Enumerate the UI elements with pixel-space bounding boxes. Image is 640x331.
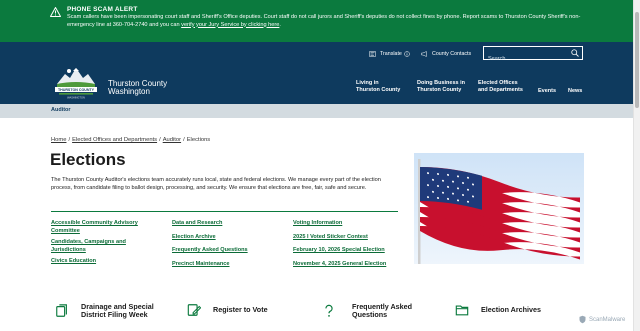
documents-icon <box>56 304 67 317</box>
nav-living[interactable]: Living in Thurston County <box>356 80 400 94</box>
links-column-3: Voting Information 2025 I Voted Sticker … <box>293 220 403 268</box>
nav-living-line2: Thurston County <box>356 87 401 93</box>
folder-icon <box>455 305 469 316</box>
question-icon <box>325 304 333 317</box>
breadcrumb-sep: / <box>159 137 161 143</box>
nav-news[interactable]: News <box>568 88 582 95</box>
link-civics-education[interactable]: Civics Education <box>51 258 161 266</box>
quick-link-label: Drainage and Special District Filing Wee… <box>81 302 154 319</box>
logo-subtext: WASHINGTON <box>67 96 85 100</box>
logo-text: THURSTON COUNTY <box>58 88 95 92</box>
quick-link-faq[interactable]: Frequently Asked Questions <box>322 303 422 319</box>
county-contacts-link[interactable]: County Contacts <box>421 47 471 61</box>
link-sticker-contest[interactable]: 2025 I Voted Sticker Contest <box>293 234 403 242</box>
site-title[interactable]: Thurston County Washington <box>108 80 167 96</box>
shield-icon <box>579 315 586 324</box>
nav-business[interactable]: Doing Business in Thurston County <box>417 80 465 94</box>
quick-link-register[interactable]: Register to Vote <box>187 303 268 317</box>
watermark-text: ScanMalware <box>589 316 626 323</box>
search-icon[interactable] <box>571 49 579 57</box>
breadcrumb-sep: / <box>183 137 185 143</box>
quick-link-drainage[interactable]: Drainage and Special District Filing Wee… <box>55 303 169 319</box>
quick-link-label: Election Archives <box>481 305 542 314</box>
search-box <box>483 46 583 65</box>
scrollbar-thumb[interactable] <box>635 12 639 108</box>
alert-body: Scam callers have been impersonating cou… <box>67 14 587 29</box>
scam-alert-banner: PHONE SCAM ALERT Scam callers have been … <box>0 0 633 42</box>
page-scrollbar[interactable] <box>633 0 640 331</box>
translate-label: Translate <box>380 51 402 57</box>
breadcrumb-current: Elections <box>186 137 211 143</box>
link-election-archive[interactable]: Election Archive <box>172 234 282 242</box>
nav-living-line1: Living in <box>356 80 379 86</box>
nav-events[interactable]: Events <box>538 88 556 95</box>
megaphone-icon <box>421 51 427 57</box>
nav-elected-offices[interactable]: Elected Offices and Departments <box>478 80 523 94</box>
warning-icon <box>50 7 61 17</box>
county-logo[interactable]: THURSTON COUNTY WASHINGTON <box>51 60 101 100</box>
search-input[interactable] <box>484 53 570 65</box>
nav-business-line1: Doing Business in <box>417 80 465 86</box>
links-column-2: Data and Research Election Archive Frequ… <box>172 220 282 268</box>
divider <box>51 211 398 212</box>
quick-link-label: Register to Vote <box>213 305 268 314</box>
info-icon <box>404 51 410 57</box>
breadcrumb-home[interactable]: Home <box>51 137 66 143</box>
nav-offices-line1: Elected Offices <box>478 80 518 86</box>
alert-text: Scam callers have been impersonating cou… <box>67 14 581 28</box>
site-name-line2: Washington <box>108 87 150 96</box>
link-feb-special-election[interactable]: February 10, 2026 Special Election <box>293 247 403 255</box>
alert-suffix: . <box>279 21 281 28</box>
link-accessible-committee[interactable]: Accessible Community Advisory Committee <box>51 220 161 235</box>
breadcrumb-sep: / <box>68 137 71 143</box>
link-candidates[interactable]: Candidates, Campaigns and Jurisdictions <box>51 239 161 254</box>
link-faq[interactable]: Frequently Asked Questions <box>172 247 282 255</box>
site-header: Translate County Contacts THURSTON COUNT… <box>0 42 633 104</box>
page-title: Elections <box>50 150 126 169</box>
section-bar: Auditor <box>0 104 633 118</box>
intro-text: The Thurston County Auditor's elections … <box>51 177 381 192</box>
edit-form-icon <box>187 304 201 316</box>
american-flag-image <box>414 153 584 264</box>
link-nov-general-election[interactable]: November 4, 2025 General Election <box>293 261 403 269</box>
section-label[interactable]: Auditor <box>51 107 71 113</box>
scanmalware-watermark: ScanMalware <box>578 313 633 326</box>
quick-link-archives[interactable]: Election Archives <box>455 303 541 317</box>
breadcrumb-offices[interactable]: Elected Offices and Departments <box>72 137 157 143</box>
alert-title: PHONE SCAM ALERT <box>67 6 138 13</box>
translate-button[interactable]: Translate <box>369 47 410 61</box>
link-data-research[interactable]: Data and Research <box>172 220 282 228</box>
quick-link-label: Frequently Asked Questions <box>352 302 413 319</box>
nav-business-line2: Thurston County <box>417 87 462 93</box>
link-voting-info[interactable]: Voting Information <box>293 220 403 228</box>
breadcrumb-auditor[interactable]: Auditor <box>163 137 181 143</box>
breadcrumb: Home / Elected Offices and Departments / Aud… <box>51 137 210 143</box>
nav-offices-line2: and Departments <box>478 87 523 93</box>
links-column-1: Accessible Community Advisory Committee … <box>51 220 161 266</box>
contacts-label: County Contacts <box>432 51 472 57</box>
translate-icon <box>369 51 376 57</box>
link-precinct-maintenance[interactable]: Precinct Maintenance <box>172 261 282 269</box>
jury-service-link[interactable]: verify your Jury Service by clicking her… <box>181 22 279 28</box>
